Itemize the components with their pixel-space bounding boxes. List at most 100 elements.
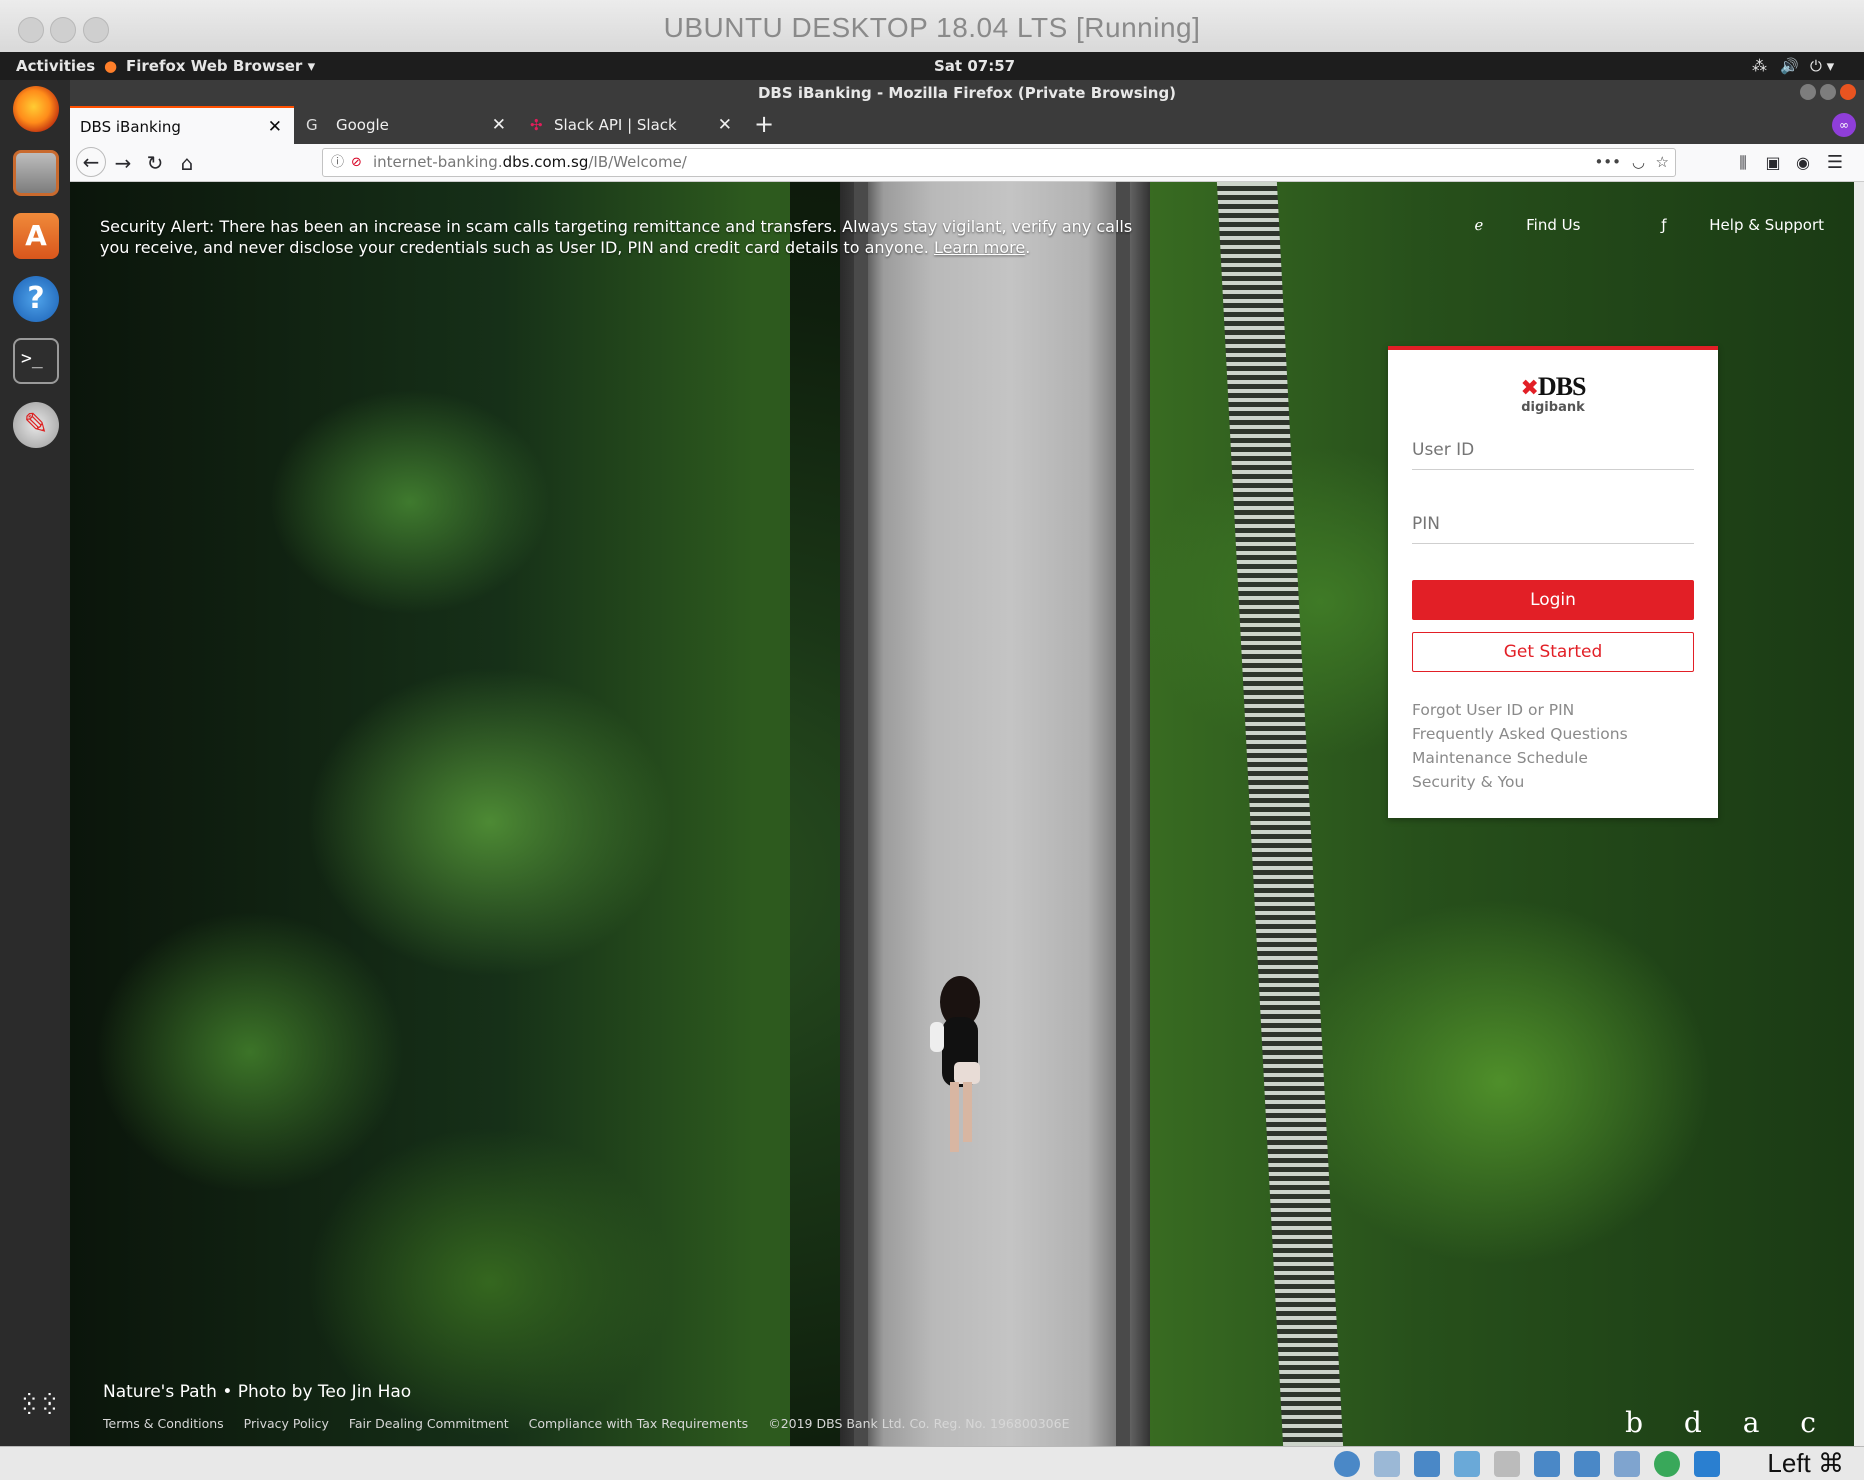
private-browsing-icon: ∞ [1832, 113, 1856, 137]
footer-letters: b d a c [1625, 1406, 1832, 1439]
foliage-background-left [70, 182, 790, 1446]
help-icon[interactable]: ? [13, 276, 59, 322]
keyboard-capture-icon[interactable] [1694, 1451, 1720, 1477]
usb-icon[interactable] [1494, 1451, 1520, 1477]
maximize-icon[interactable] [1820, 84, 1836, 100]
faq-link[interactable]: Frequently Asked Questions [1412, 722, 1628, 746]
settings-icon[interactable]: ✎ [13, 402, 59, 448]
url-path: /IB/Welcome/ [588, 153, 687, 171]
navigation-toolbar: ← → ↻ ⌂ ⓘ ⊘ internet-banking.dbs.com.sg/… [70, 144, 1864, 182]
location-icon: ℯ [1474, 216, 1484, 234]
back-button[interactable]: ← [76, 147, 106, 177]
page-content: Security Alert: There has been an increa… [70, 182, 1864, 1446]
terminal-icon[interactable]: >_ [13, 338, 59, 384]
pocket-icon[interactable]: ◡ [1632, 149, 1645, 176]
url-bar[interactable]: ⓘ ⊘ internet-banking.dbs.com.sg/IB/Welco… [322, 148, 1676, 177]
find-us-link[interactable]: ℯ Find Us [1436, 216, 1580, 234]
firefox-window-controls [1800, 84, 1860, 102]
firefox-dock-icon[interactable] [13, 86, 59, 132]
help-icon: ƒ [1661, 216, 1667, 234]
account-icon[interactable]: ◉ [1790, 150, 1816, 176]
app-menu-label: Firefox Web Browser [126, 57, 303, 75]
forgot-credentials-link[interactable]: Forgot User ID or PIN [1412, 698, 1628, 722]
tab-dbs-ibanking[interactable]: DBS iBanking ✕ [70, 106, 294, 144]
security-and-you-link[interactable]: Security & You [1412, 770, 1628, 794]
network-icon[interactable]: ⁂ [1752, 57, 1767, 75]
dbs-logo: ✖DBS digibank [1388, 372, 1718, 415]
url-domain: dbs.com.sg [502, 153, 589, 171]
login-card: ✖DBS digibank Login Get Started Forgot U… [1388, 346, 1718, 818]
sub-brand: digibank [1521, 400, 1585, 415]
tab-slack[interactable]: ✣ Slack API | Slack ✕ [520, 106, 744, 144]
page-actions-icon[interactable]: ••• [1594, 149, 1621, 176]
copyright: ©2019 DBS Bank Ltd. Co. Reg. No. 1968003… [768, 1416, 1070, 1431]
vm-window-title: UBUNTU DESKTOP 18.04 LTS [Running] [663, 12, 1201, 43]
close-tab-icon[interactable]: ✕ [268, 108, 282, 146]
optical-drive-icon[interactable] [1374, 1451, 1400, 1477]
walking-person-image [930, 976, 980, 1152]
tab-strip: DBS iBanking ✕ G Google ✕ ✣ Slack API | … [70, 106, 1864, 144]
dbs-star-icon: ✖ [1520, 376, 1538, 401]
app-menu[interactable]: Firefox Web Browser ▾ [126, 57, 315, 75]
info-icon[interactable]: ⓘ [331, 149, 344, 176]
video-capture-icon[interactable] [1614, 1451, 1640, 1477]
walkway-rail [854, 182, 868, 1446]
chevron-down-icon: ▾ [307, 57, 316, 75]
library-icon[interactable]: ⫼ [1730, 150, 1756, 176]
ubuntu-dock: A ? >_ ✎ ⁘⁘ ⁘⁘ [0, 80, 70, 1446]
brand-name: DBS [1537, 372, 1587, 401]
top-links: ℯ Find Us ƒ Help & Support [1398, 216, 1824, 234]
tab-label: Slack API | Slack [554, 116, 677, 134]
network-adapter-icon[interactable] [1454, 1451, 1480, 1477]
terms-link[interactable]: Terms & Conditions [103, 1416, 224, 1431]
clock[interactable]: Sat 07:57 [934, 57, 1015, 75]
ubuntu-top-bar: Activities ● Firefox Web Browser ▾ Sat 0… [0, 52, 1864, 80]
shared-folders-icon[interactable] [1534, 1451, 1560, 1477]
tab-label: DBS iBanking [80, 118, 181, 136]
tab-label: Google [336, 116, 389, 134]
pin-input[interactable] [1412, 504, 1694, 544]
privacy-policy-link[interactable]: Privacy Policy [244, 1416, 329, 1431]
google-icon: G [306, 116, 318, 134]
fair-dealing-link[interactable]: Fair Dealing Commitment [349, 1416, 509, 1431]
tracking-protection-icon[interactable]: ⊘ [351, 149, 362, 176]
help-support-label: Help & Support [1709, 216, 1824, 234]
close-tab-icon[interactable]: ✕ [492, 106, 506, 144]
maintenance-schedule-link[interactable]: Maintenance Schedule [1412, 746, 1628, 770]
help-links: Forgot User ID or PIN Frequently Asked Q… [1412, 698, 1628, 794]
tab-google[interactable]: G Google ✕ [296, 106, 518, 144]
show-applications-icon[interactable]: ⁘⁘ ⁘⁘ [20, 1390, 59, 1428]
firefox-window-title: DBS iBanking - Mozilla Firefox (Private … [70, 80, 1864, 106]
display-icon[interactable] [1574, 1451, 1600, 1477]
audio-icon[interactable] [1414, 1451, 1440, 1477]
hard-disk-icon[interactable] [1334, 1451, 1360, 1477]
forward-button[interactable]: → [110, 150, 136, 176]
new-tab-button[interactable]: + [754, 110, 774, 138]
virtualbox-status-bar: Left ⌘ [0, 1446, 1864, 1480]
walkway-background [840, 182, 1150, 1446]
volume-icon[interactable]: 🔊 [1780, 57, 1799, 75]
menu-icon[interactable]: ☰ [1822, 150, 1848, 176]
help-support-link[interactable]: ƒ Help & Support [1623, 216, 1824, 234]
slack-icon: ✣ [530, 116, 543, 134]
user-id-input[interactable] [1412, 430, 1694, 470]
photo-credit: Nature's Path • Photo by Teo Jin Hao [103, 1382, 412, 1402]
sidebar-icon[interactable]: ▣ [1760, 150, 1786, 176]
power-icon[interactable]: ⏻ ▾ [1810, 57, 1834, 75]
tax-compliance-link[interactable]: Compliance with Tax Requirements [529, 1416, 749, 1431]
learn-more-link[interactable]: Learn more [934, 238, 1025, 257]
login-button[interactable]: Login [1412, 580, 1694, 620]
firefox-icon: ● [104, 57, 118, 75]
bookmark-star-icon[interactable]: ☆ [1656, 149, 1669, 176]
minimize-icon[interactable] [1800, 84, 1816, 100]
close-icon[interactable] [1840, 84, 1856, 100]
files-icon[interactable] [13, 150, 59, 196]
close-tab-icon[interactable]: ✕ [718, 106, 732, 144]
software-center-icon[interactable]: A [13, 213, 59, 259]
activities-button[interactable]: Activities [16, 57, 95, 75]
scrollbar[interactable] [1854, 182, 1864, 1446]
reload-button[interactable]: ↻ [142, 150, 168, 176]
guest-additions-icon[interactable] [1654, 1451, 1680, 1477]
get-started-button[interactable]: Get Started [1412, 632, 1694, 672]
home-button[interactable]: ⌂ [174, 150, 200, 176]
